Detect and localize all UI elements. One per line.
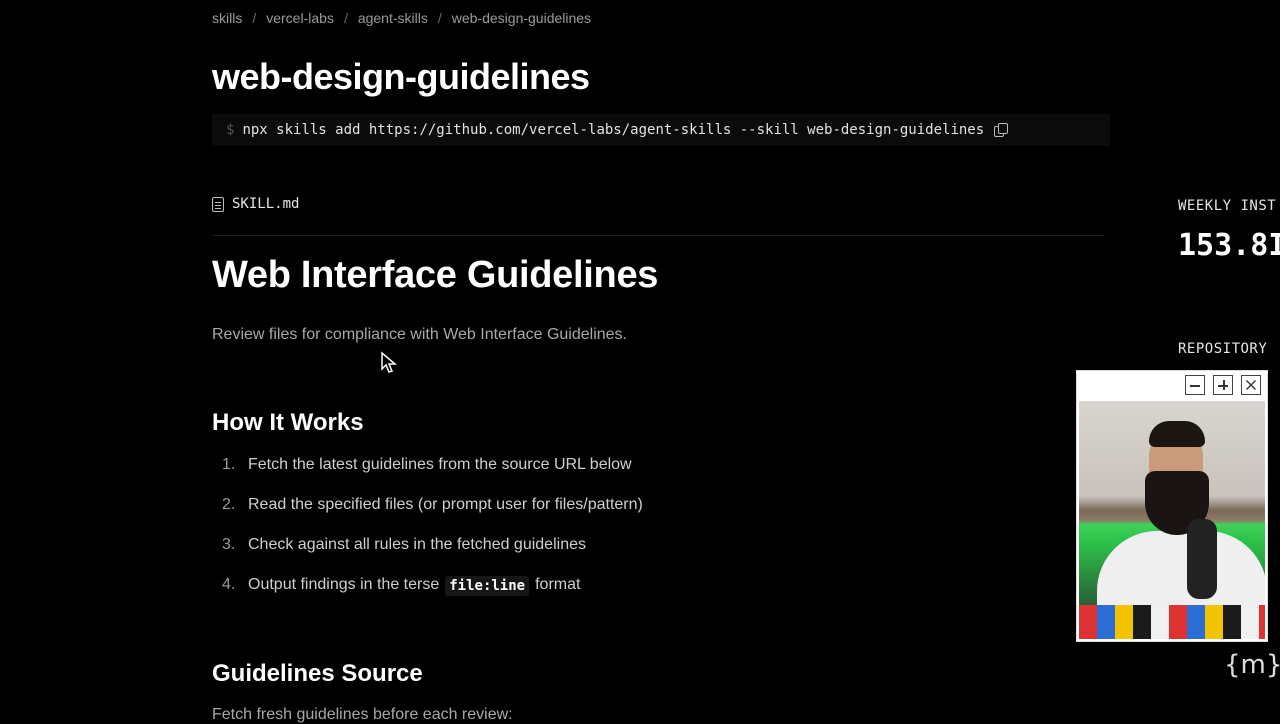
install-command-box: $ npx skills add https://github.com/verc…	[212, 114, 1110, 146]
maximize-icon[interactable]	[1213, 375, 1233, 395]
breadcrumb-skills[interactable]: skills	[212, 10, 242, 26]
step-text: Output findings in the terse	[248, 576, 440, 593]
list-item: 1. Fetch the latest guidelines from the s…	[222, 456, 643, 496]
guidelines-source-text: Fetch fresh guidelines before each revie…	[212, 706, 513, 723]
repository-label: REPOSITORY	[1178, 341, 1268, 357]
step-number: 4.	[222, 576, 236, 593]
breadcrumb-separator: /	[343, 10, 348, 26]
breadcrumb-vercel-labs[interactable]: vercel-labs	[266, 10, 334, 26]
mouse-cursor-icon	[381, 351, 398, 373]
page-title: web-design-guidelines	[212, 56, 590, 97]
step-text: Check against all rules in the fetched g…	[248, 536, 586, 553]
file-icon	[212, 196, 224, 212]
breadcrumb-current[interactable]: web-design-guidelines	[452, 10, 591, 26]
shell-prompt: $	[226, 122, 235, 138]
minimize-icon[interactable]	[1185, 375, 1205, 395]
list-item: 4. Output findings in the terse file:line f…	[222, 576, 643, 616]
weekly-installs-label: WEEKLY INST	[1178, 198, 1277, 214]
brand-logo: {m}	[1224, 650, 1280, 680]
file-name: SKILL.md	[232, 196, 300, 212]
presenter-figure	[1097, 411, 1265, 639]
doc-description: Review files for compliance with Web Int…	[212, 326, 627, 343]
breadcrumb-separator: /	[252, 10, 257, 26]
doc-heading: Web Interface Guidelines	[212, 254, 659, 296]
step-number: 3.	[222, 536, 236, 553]
weekly-installs-value: 153.8I	[1178, 228, 1280, 263]
webcam-overlay-window[interactable]	[1076, 370, 1268, 642]
file-tab[interactable]: SKILL.md	[212, 196, 299, 212]
stickers-strip	[1079, 605, 1265, 639]
list-item: 2. Read the specified files (or prompt us…	[222, 496, 643, 536]
webcam-video	[1079, 401, 1265, 639]
how-it-works-heading: How It Works	[212, 409, 364, 436]
step-text-suffix: format	[535, 576, 581, 593]
breadcrumb: skills / vercel-labs / agent-skills / we…	[212, 10, 591, 26]
step-text: Read the specified files (or prompt user…	[248, 496, 643, 513]
close-icon[interactable]	[1241, 375, 1261, 395]
step-text: Fetch the latest guidelines from the sou…	[248, 456, 632, 473]
list-item: 3. Check against all rules in the fetched…	[222, 536, 643, 576]
microphone-icon	[1187, 519, 1217, 599]
breadcrumb-agent-skills[interactable]: agent-skills	[358, 10, 428, 26]
steps-list: 1. Fetch the latest guidelines from the s…	[222, 456, 643, 616]
inline-code: file:line	[445, 576, 530, 596]
breadcrumb-separator: /	[437, 10, 442, 26]
guidelines-source-heading: Guidelines Source	[212, 660, 423, 687]
divider	[212, 235, 1104, 236]
step-number: 1.	[222, 456, 236, 473]
overlay-titlebar[interactable]	[1077, 371, 1267, 399]
install-command[interactable]: npx skills add https://github.com/vercel…	[242, 122, 984, 138]
step-number: 2.	[222, 496, 236, 513]
copy-icon[interactable]	[994, 123, 1009, 137]
